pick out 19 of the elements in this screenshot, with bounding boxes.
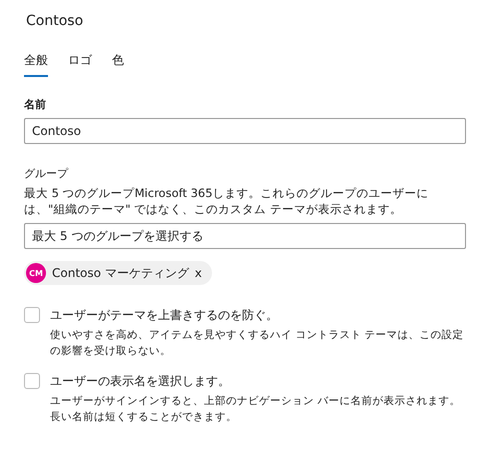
field-label: グループ: [24, 166, 70, 181]
tab[interactable]: 全般: [24, 48, 48, 77]
remove-button[interactable]: x: [194, 266, 202, 280]
avatar-initials: CM: [26, 263, 46, 283]
option-description: ユーザーがサインインすると、上部のナビゲーション バーに名前が表示されます。長い名前は短くすることができます。: [50, 394, 462, 425]
option-description: 使いやすさを高め、アイテムを見やすくするハイ コントラスト テーマは、この設定の影響を受け取らない。: [50, 328, 465, 359]
checkbox-label: ユーザーがテーマを上書きするのを防ぐ。: [50, 307, 279, 323]
name-field[interactable]: Contoso: [24, 118, 466, 144]
description-text: 最大 5 つのグループMicrosoft 365します。これらのグループのユーザーには、"組織のテーマ" ではなく、このカスタム テーマが表示されます。: [24, 185, 430, 217]
checkbox-label: ユーザーの表示名を選択します。: [50, 373, 231, 389]
checkbox[interactable]: [24, 307, 40, 323]
tab[interactable]: 色: [112, 48, 124, 77]
field-label: 名前: [24, 97, 47, 112]
group-search-field[interactable]: 最大 5 つのグループを選択する: [24, 223, 466, 249]
checkbox[interactable]: [24, 373, 40, 389]
page-title: Contoso: [26, 12, 84, 31]
tab[interactable]: ロゴ: [68, 48, 92, 77]
group-chip[interactable]: CM Contoso マーケティング x: [24, 261, 212, 285]
chip-label: Contoso マーケティング: [52, 264, 189, 282]
